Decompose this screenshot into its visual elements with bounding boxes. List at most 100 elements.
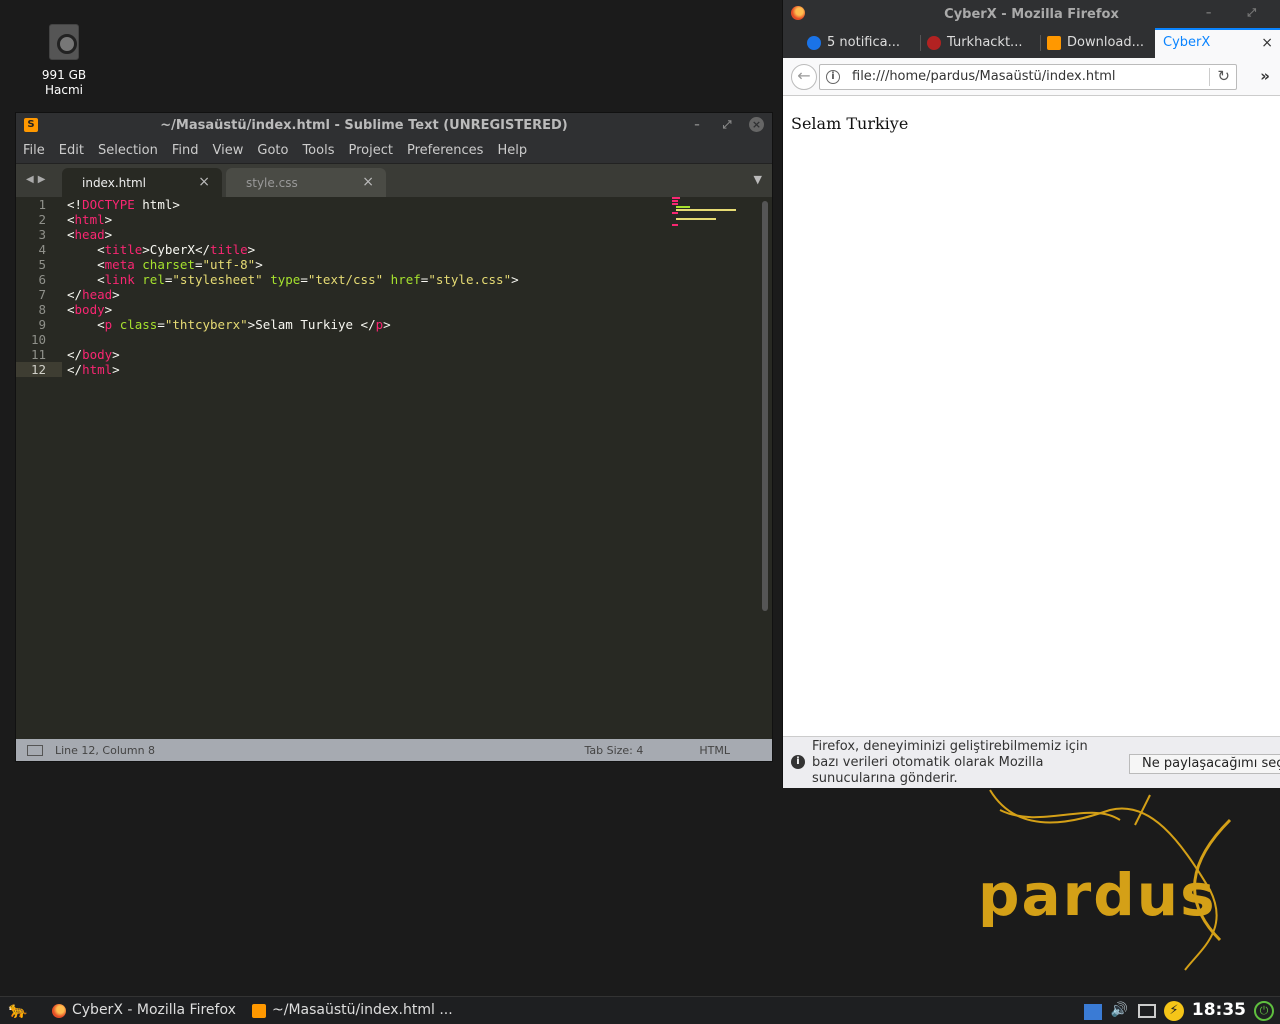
reload-icon[interactable]: ↻ [1217, 67, 1230, 85]
volume-icon[interactable]: 🔊 [1111, 1002, 1128, 1018]
vertical-scrollbar[interactable] [762, 201, 768, 611]
ff-tab-notifications[interactable]: 5 notifica... [801, 28, 921, 58]
notification-icon [807, 36, 821, 50]
code-line: </body> [67, 347, 120, 362]
line-number-current: 12 [16, 362, 62, 377]
url-bar[interactable]: i file:///home/pardus/Masaüstü/index.htm… [819, 64, 1237, 90]
code-line: <meta charset="utf-8"> [67, 257, 263, 272]
telemetry-notification-bar: i Firefox, deneyiminizi geliştirebilmemi… [783, 736, 1280, 788]
ff-tab-label: Download... [1067, 35, 1145, 50]
menu-selection[interactable]: Selection [98, 143, 158, 158]
window-controls[interactable]: – ⤢ [1206, 6, 1272, 20]
line-number: 11 [30, 347, 46, 362]
cursor-position[interactable]: Line 12, Column 8 [55, 744, 584, 757]
line-number: 6 [38, 272, 46, 287]
desktop-drive-icon[interactable]: 991 GB Hacmi [24, 24, 104, 98]
line-number: 10 [30, 332, 46, 347]
line-number: 8 [38, 302, 46, 317]
ff-tab-label: CyberX [1163, 35, 1211, 50]
ff-tab-label: 5 notifica... [827, 35, 901, 50]
power-icon[interactable]: ⚡ [1164, 1001, 1184, 1021]
pardus-logo-text: pardus [978, 861, 1217, 929]
code-line: <head> [67, 227, 113, 242]
tab-style-css[interactable]: style.css × [226, 168, 386, 198]
sublime-icon [1047, 36, 1061, 50]
code-line: </html> [67, 362, 120, 377]
menu-view[interactable]: View [213, 143, 244, 158]
menu-project[interactable]: Project [348, 143, 392, 158]
drive-label-name: Hacmi [45, 83, 83, 97]
ff-tab-cyberx[interactable]: CyberX × [1155, 28, 1280, 58]
line-number: 3 [38, 227, 46, 242]
maximize-button[interactable]: ⤢ [719, 118, 735, 132]
menu-tools[interactable]: Tools [302, 143, 334, 158]
sublime-statusbar: Line 12, Column 8 Tab Size: 4 HTML [16, 739, 772, 761]
line-number: 2 [38, 212, 46, 227]
syntax-indicator[interactable]: HTML [699, 744, 730, 757]
sublime-icon [252, 1004, 266, 1018]
tab-close-icon[interactable]: × [198, 174, 210, 190]
tab-list-dropdown-icon[interactable]: ▼ [754, 173, 762, 186]
tab-label: index.html [82, 176, 146, 190]
back-button[interactable]: ← [791, 64, 817, 90]
url-text: file:///home/pardus/Masaüstü/index.html [852, 69, 1116, 84]
menu-goto[interactable]: Goto [257, 143, 288, 158]
network-icon[interactable] [1084, 1004, 1102, 1020]
menu-preferences[interactable]: Preferences [407, 143, 483, 158]
code-editor[interactable]: 1 2 3 4 5 6 7 8 9 10 11 12 <!DOCTYPE htm… [16, 197, 772, 739]
firefox-icon [52, 1004, 66, 1018]
minimap[interactable] [672, 197, 742, 227]
menu-help[interactable]: Help [497, 143, 527, 158]
close-tab-icon[interactable]: × [1261, 35, 1273, 51]
menu-find[interactable]: Find [172, 143, 199, 158]
info-icon: i [791, 755, 805, 769]
panel-toggle-icon[interactable] [27, 744, 43, 756]
code-area[interactable]: <!DOCTYPE html> <html> <head> <title>Cyb… [67, 197, 687, 377]
tab-nav-arrows-icon[interactable]: ◀▶ [26, 174, 49, 185]
notification-message: Firefox, deneyiminizi geliştirebilmemiz … [812, 739, 1088, 786]
close-button[interactable]: × [749, 117, 764, 132]
pardus-menu-icon[interactable]: 🐆 [6, 1000, 30, 1022]
menu-file[interactable]: File [23, 143, 45, 158]
code-line: <link rel="stylesheet" type="text/css" h… [67, 272, 519, 287]
page-paragraph: Selam Turkiye [791, 114, 909, 133]
menu-edit[interactable]: Edit [59, 143, 84, 158]
taskbar-item-sublime[interactable]: ~/Masaüstü/index.html ... [248, 997, 453, 1024]
drive-label-size: 991 GB [41, 68, 87, 82]
line-number: 5 [38, 257, 46, 272]
sublime-menubar: File Edit Selection Find View Goto Tools… [16, 137, 772, 163]
display-icon[interactable] [1138, 1004, 1156, 1018]
firefox-window-title: CyberX - Mozilla Firefox [944, 6, 1119, 22]
ff-tab-download[interactable]: Download... [1041, 28, 1161, 58]
clock[interactable]: 18:35 [1192, 1000, 1246, 1020]
logout-icon[interactable]: ⏻ [1254, 1001, 1274, 1021]
hard-drive-icon [49, 24, 79, 60]
line-number: 4 [38, 242, 46, 257]
firefox-navbar: ← i file:///home/pardus/Masaüstü/index.h… [783, 58, 1280, 96]
firefox-window[interactable]: CyberX - Mozilla Firefox – ⤢ 5 notifica.… [782, 0, 1280, 788]
tab-size-indicator[interactable]: Tab Size: 4 [584, 744, 643, 757]
ff-tab-label: Turkhackt... [947, 35, 1023, 50]
sublime-tabbar: ◀▶ index.html × style.css × ▼ [16, 163, 772, 198]
line-number-gutter: 1 2 3 4 5 6 7 8 9 10 11 12 [16, 197, 62, 377]
choose-what-to-share-button[interactable]: Ne paylaşacağımı seç [1129, 754, 1280, 774]
tab-index-html[interactable]: index.html × [62, 168, 222, 198]
sublime-titlebar[interactable]: S ~/Masaüstü/index.html - Sublime Text (… [16, 113, 772, 137]
code-line: <body> [67, 302, 113, 317]
firefox-titlebar[interactable]: CyberX - Mozilla Firefox – ⤢ [783, 0, 1280, 28]
firefox-tabstrip: 5 notifica... Turkhackt... Download... C… [783, 28, 1280, 58]
code-line: <title>CyberX</title> [67, 242, 256, 257]
sublime-window[interactable]: S ~/Masaüstü/index.html - Sublime Text (… [15, 112, 773, 762]
overflow-menu-icon[interactable]: » [1260, 67, 1270, 85]
tab-close-icon[interactable]: × [362, 174, 374, 190]
site-info-icon[interactable]: i [826, 70, 840, 84]
pardus-wallpaper-logo: pardus [978, 789, 1232, 971]
code-line: <!DOCTYPE html> [67, 197, 180, 212]
taskbar-item-label: ~/Masaüstü/index.html ... [272, 1002, 453, 1018]
minimize-button[interactable]: – [689, 118, 705, 131]
sublime-app-icon: S [24, 118, 38, 132]
taskbar-item-firefox[interactable]: CyberX - Mozilla Firefox [48, 997, 236, 1024]
ff-tab-turkhackteam[interactable]: Turkhackt... [921, 28, 1041, 58]
line-number: 1 [38, 197, 46, 212]
